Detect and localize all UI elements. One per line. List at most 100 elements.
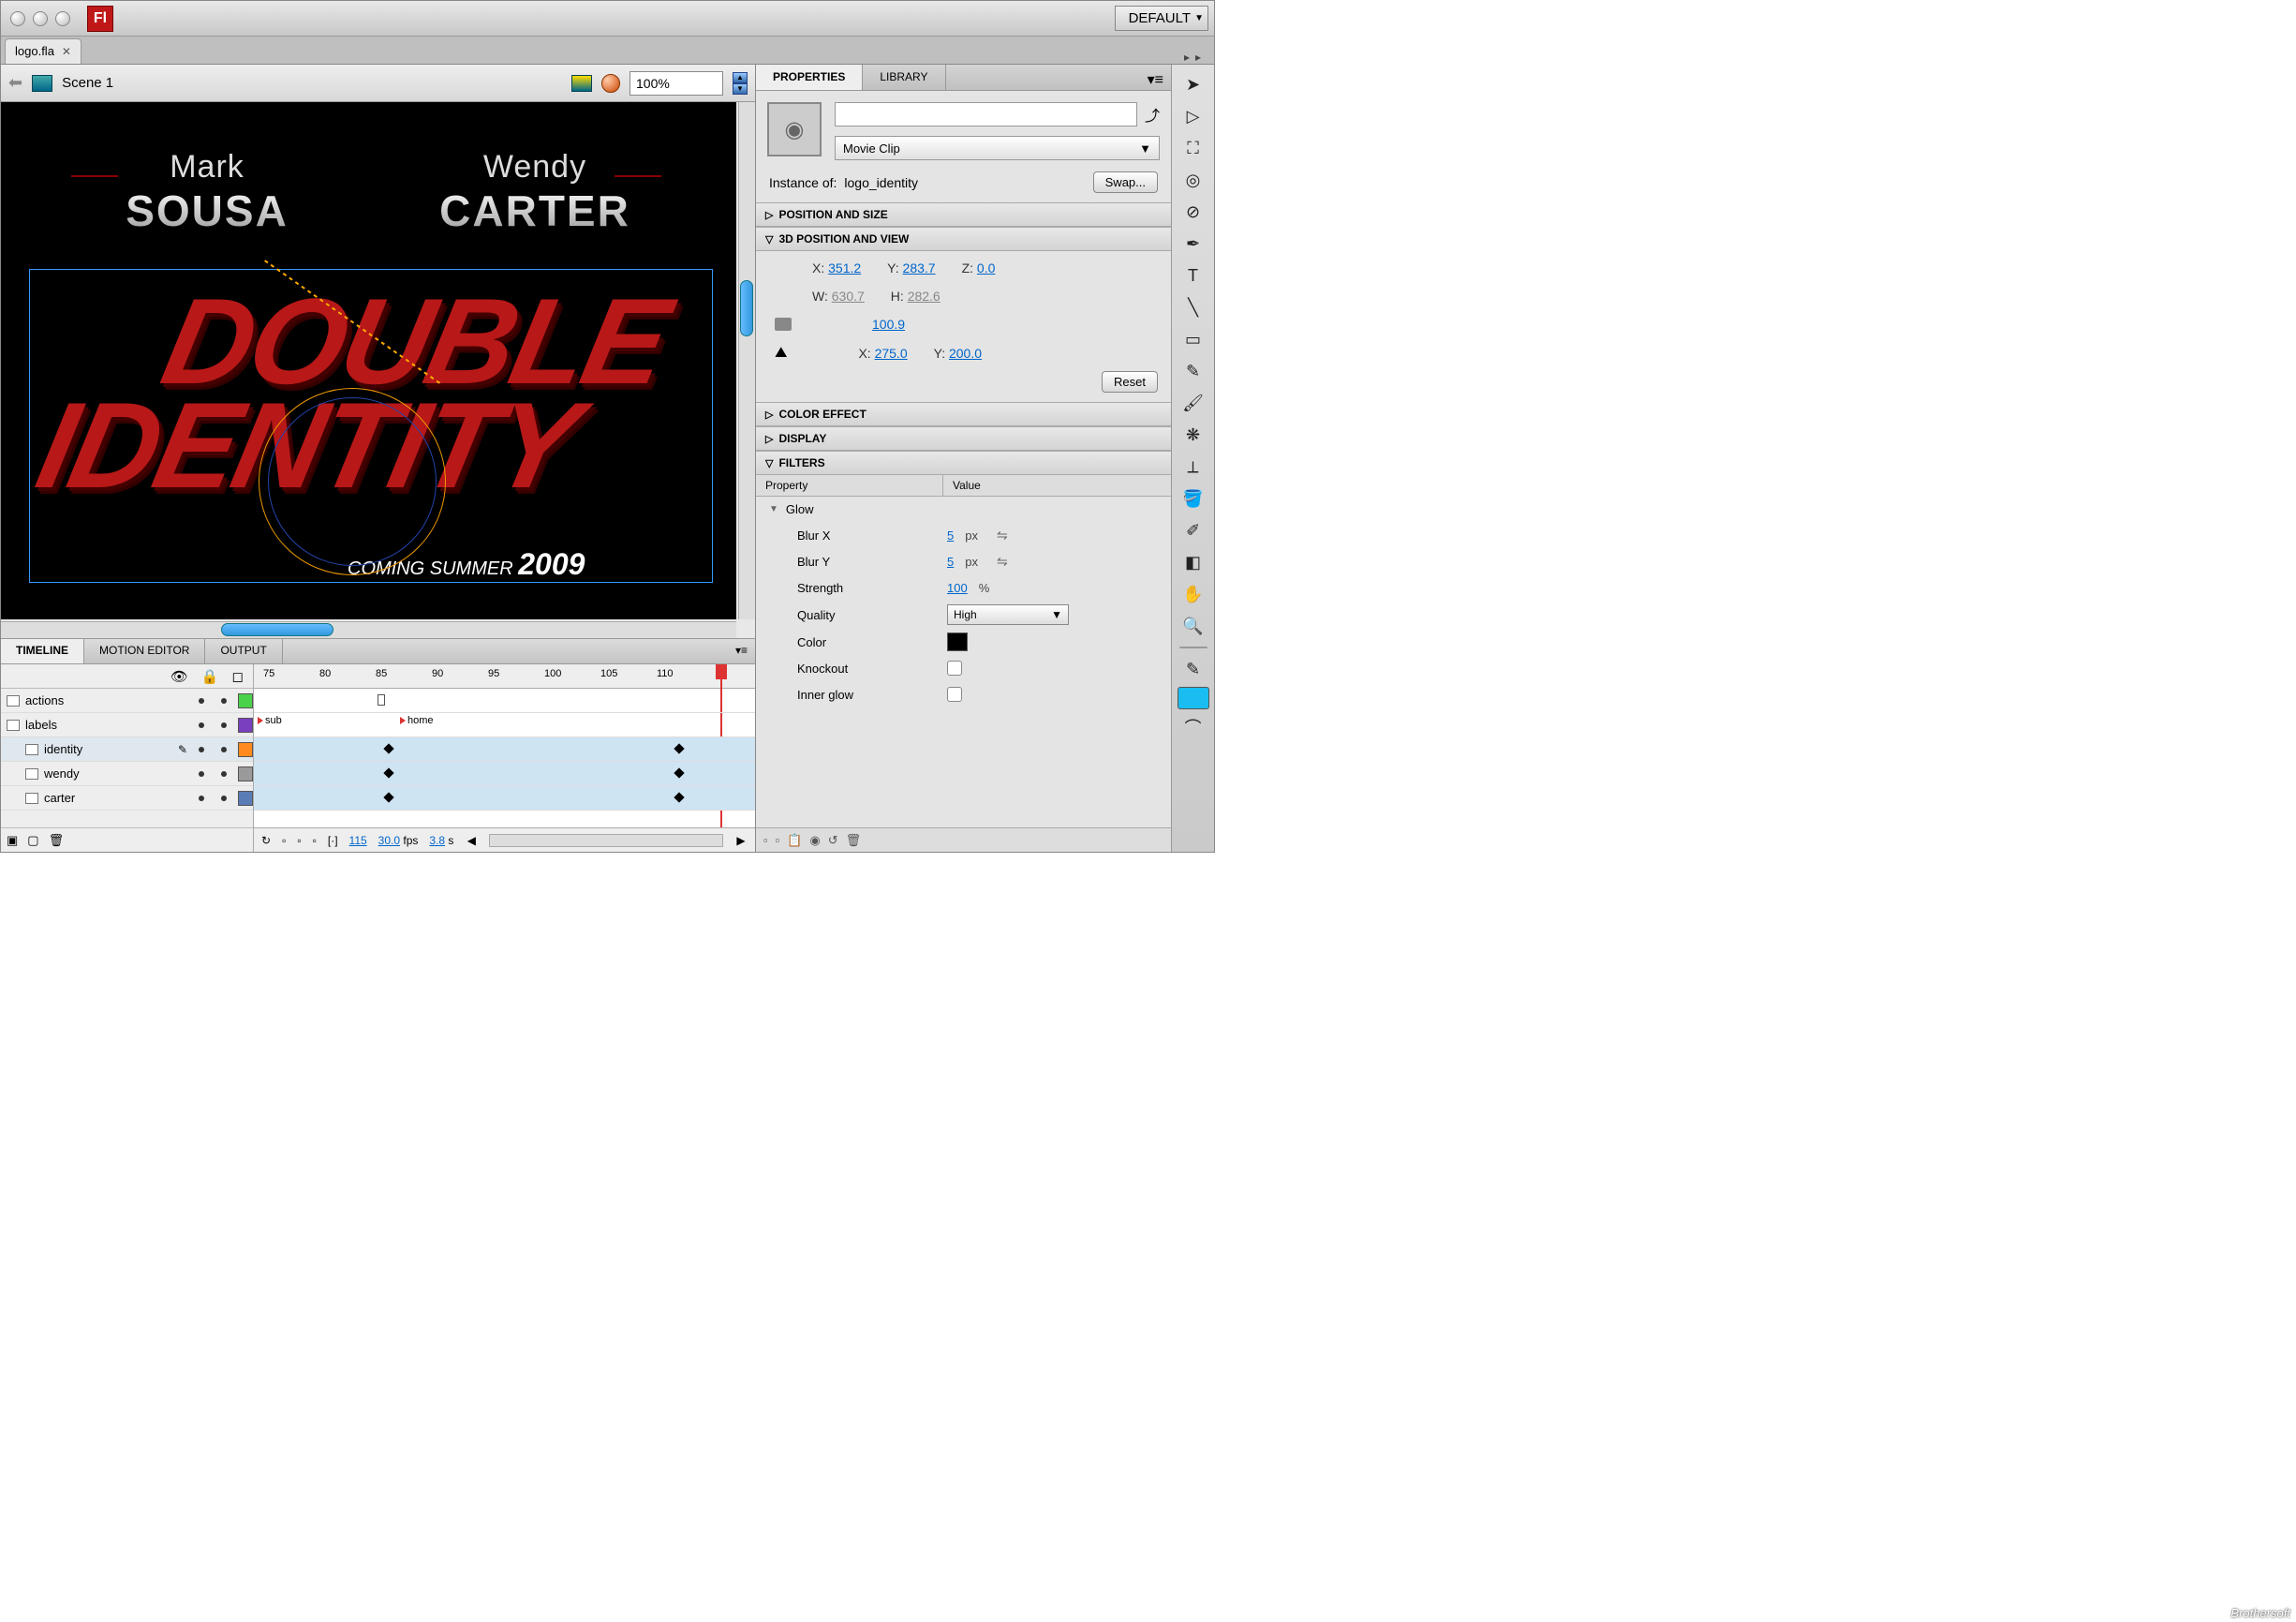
stage-canvas[interactable]: Mark SOUSA Wendy CARTER DOUBLE IDENTITY xyxy=(1,102,736,619)
link-icon[interactable]: ⇋ xyxy=(997,528,1008,543)
center-frame-icon[interactable]: [·] xyxy=(328,834,338,847)
add-filter-icon[interactable]: ▫ xyxy=(763,833,768,847)
zoom-input[interactable] xyxy=(630,71,723,96)
frame-ruler[interactable]: 75 80 85 90 95 100 105 110 1 xyxy=(254,664,755,689)
layer-color-swatch[interactable] xyxy=(238,693,253,708)
presets-icon[interactable]: ▫ xyxy=(776,833,780,847)
hand-tool-icon[interactable]: ✋ xyxy=(1178,580,1209,608)
free-transform-tool-icon[interactable]: ⛶ xyxy=(1178,134,1209,162)
tab-scroll-arrows[interactable]: ▸▸ xyxy=(1177,51,1214,64)
stage-vscrollbar[interactable] xyxy=(738,102,755,619)
vpx-value[interactable]: 275.0 xyxy=(875,346,908,361)
instance-name-input[interactable] xyxy=(835,102,1137,126)
frames-row-labels[interactable]: sub home xyxy=(254,713,755,737)
paint-bucket-tool-icon[interactable]: 🪣 xyxy=(1178,484,1209,513)
subselection-tool-icon[interactable]: ▷ xyxy=(1178,102,1209,130)
edit-symbol-icon[interactable] xyxy=(601,74,620,93)
workspace-dropdown[interactable]: DEFAULT xyxy=(1115,6,1208,31)
frame-hscrollbar[interactable] xyxy=(489,834,723,847)
deco-tool-icon[interactable]: ❋ xyxy=(1178,421,1209,449)
pen-tool-icon[interactable]: ✒ xyxy=(1178,230,1209,258)
layer-wendy[interactable]: wendy xyxy=(1,762,253,786)
filter-glow-group[interactable]: Glow xyxy=(756,497,1171,522)
tab-library[interactable]: LIBRARY xyxy=(863,65,945,90)
frames-area[interactable]: 75 80 85 90 95 100 105 110 1 sub hom xyxy=(254,664,755,852)
pencil-tool-icon[interactable]: ✎ xyxy=(1178,357,1209,385)
line-tool-icon[interactable]: ╲ xyxy=(1178,293,1209,321)
frame-label-home[interactable]: home xyxy=(400,715,434,726)
current-frame[interactable]: 115 xyxy=(349,834,367,847)
back-arrow-icon[interactable]: ⬅ xyxy=(8,73,22,93)
eye-icon[interactable]: 👁 xyxy=(170,668,188,685)
instance-type-dropdown[interactable]: Movie Clip▼ xyxy=(835,136,1160,160)
lock-icon[interactable]: 🔒 xyxy=(201,668,219,685)
link-icon[interactable]: ⇋ xyxy=(997,554,1008,570)
onion-outlines-icon[interactable]: ▫ xyxy=(297,834,301,847)
perspective-value[interactable]: 100.9 xyxy=(872,317,905,332)
minimize-icon[interactable] xyxy=(33,11,48,26)
keyframe-icon[interactable] xyxy=(383,743,393,753)
outline-icon[interactable]: ◻ xyxy=(232,668,244,685)
layer-identity[interactable]: identity✎ xyxy=(1,737,253,762)
clipboard-icon[interactable]: 📋 xyxy=(787,833,802,848)
frames-row-actions[interactable] xyxy=(254,689,755,713)
3d-x-value[interactable]: 351.2 xyxy=(828,260,861,275)
frames-row-carter[interactable] xyxy=(254,786,755,811)
3d-z-value[interactable]: 0.0 xyxy=(977,260,995,275)
stage-hscrollbar[interactable] xyxy=(1,621,736,638)
keyframe-icon[interactable] xyxy=(674,767,684,778)
tab-output[interactable]: OUTPUT xyxy=(205,639,282,663)
3d-rotate-gizmo-inner[interactable] xyxy=(268,397,437,566)
keyframe-icon[interactable] xyxy=(383,767,393,778)
section-filters[interactable]: FILTERS xyxy=(756,451,1171,475)
zoom-tool-icon[interactable]: 🔍 xyxy=(1178,612,1209,640)
stage-vscroll-thumb[interactable] xyxy=(740,280,753,336)
reset-button[interactable]: Reset xyxy=(1102,371,1158,393)
eraser-tool-icon[interactable]: ◧ xyxy=(1178,548,1209,576)
blank-keyframe[interactable] xyxy=(378,694,385,706)
section-color-effect[interactable]: COLOR EFFECT xyxy=(756,402,1171,426)
enable-filter-icon[interactable]: ◉ xyxy=(809,833,820,848)
layer-color-swatch[interactable] xyxy=(238,718,253,733)
keyframe-icon[interactable] xyxy=(674,743,684,753)
snap-tool-icon[interactable]: ⌒ xyxy=(1178,713,1209,741)
close-tab-icon[interactable]: ✕ xyxy=(62,45,71,58)
layer-labels[interactable]: labels xyxy=(1,713,253,737)
quality-dropdown[interactable]: High▼ xyxy=(947,604,1069,625)
text-tool-icon[interactable]: T xyxy=(1178,261,1209,290)
onion-skin-icon[interactable]: ▫ xyxy=(282,834,286,847)
popout-icon[interactable]: ⤴ xyxy=(1145,103,1160,126)
section-3d-position[interactable]: 3D POSITION AND VIEW xyxy=(756,227,1171,251)
frames-row-identity[interactable] xyxy=(254,737,755,762)
fps-value[interactable]: 30.0 xyxy=(378,834,400,847)
delete-layer-icon[interactable]: 🗑 xyxy=(49,833,65,848)
eyedropper-tool-icon[interactable]: ✐ xyxy=(1178,516,1209,544)
close-icon[interactable] xyxy=(10,11,25,26)
filter-color-swatch[interactable] xyxy=(947,632,968,651)
section-position-size[interactable]: POSITION AND SIZE xyxy=(756,202,1171,227)
scroll-right-icon[interactable]: ▶ xyxy=(734,834,748,847)
frames-row-wendy[interactable] xyxy=(254,762,755,786)
fill-color-swatch[interactable] xyxy=(1178,687,1209,709)
reset-filter-icon[interactable]: ↺ xyxy=(828,833,838,848)
stroke-color-icon[interactable]: ✎ xyxy=(1178,655,1209,683)
zoom-icon[interactable] xyxy=(55,11,70,26)
new-layer-icon[interactable]: ▣ xyxy=(7,833,18,848)
brush-tool-icon[interactable]: 🖌 xyxy=(1178,389,1209,417)
inner-glow-checkbox[interactable] xyxy=(947,687,962,702)
keyframe-icon[interactable] xyxy=(674,792,684,802)
layer-color-swatch[interactable] xyxy=(238,791,253,806)
new-folder-icon[interactable]: ▢ xyxy=(27,833,38,848)
selection-tool-icon[interactable]: ➤ xyxy=(1178,70,1209,98)
section-display[interactable]: DISPLAY xyxy=(756,426,1171,451)
rectangle-tool-icon[interactable]: ▭ xyxy=(1178,325,1209,353)
scroll-left-icon[interactable]: ◀ xyxy=(465,834,478,847)
tab-motion-editor[interactable]: MOTION EDITOR xyxy=(84,639,205,663)
swap-button[interactable]: Swap... xyxy=(1093,171,1158,193)
frame-label-sub[interactable]: sub xyxy=(258,715,282,726)
stage-hscroll-thumb[interactable] xyxy=(221,623,333,636)
panel-menu-icon[interactable]: ▾≡ xyxy=(1140,65,1171,90)
tab-properties[interactable]: PROPERTIES xyxy=(756,65,863,90)
document-tab[interactable]: logo.fla ✕ xyxy=(5,38,81,64)
edit-scene-icon[interactable] xyxy=(571,75,592,92)
